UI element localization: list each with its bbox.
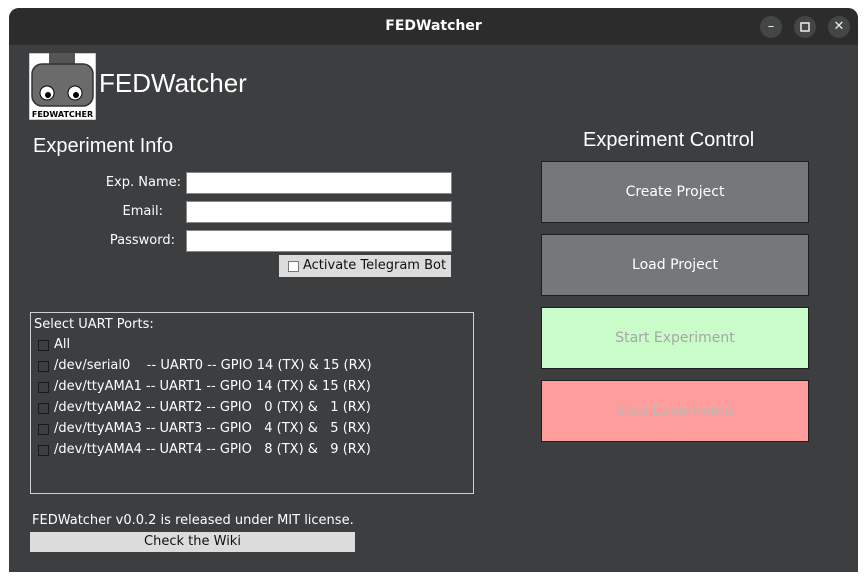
stop-experiment-button[interactable]: Stop Experiment (541, 380, 809, 442)
checkbox-icon[interactable] (38, 340, 49, 351)
checkbox-icon[interactable] (38, 445, 49, 456)
checkbox-icon[interactable] (38, 403, 49, 414)
maximize-icon[interactable] (794, 16, 816, 38)
uart-group-title: Select UART Ports: (34, 317, 154, 332)
checkbox-icon[interactable] (288, 261, 299, 272)
experiment-control-title: Experiment Control (583, 129, 755, 151)
uart-port-ttyama3[interactable]: /dev/ttyAMA3 -- UART3 -- GPIO 4 (TX) & 5… (38, 420, 371, 438)
email-input[interactable] (186, 201, 452, 223)
uart-port-label: /dev/ttyAMA3 -- UART3 -- GPIO 4 (TX) & 5… (54, 421, 371, 436)
password-label: Password: (109, 233, 175, 248)
app-title: FEDWatcher (99, 68, 247, 98)
checkbox-icon[interactable] (38, 382, 49, 393)
close-icon[interactable]: ✕ (828, 16, 850, 38)
uart-port-serial0[interactable]: /dev/serial0 -- UART0 -- GPIO 14 (TX) & … (38, 357, 372, 375)
telegram-bot-checkbox[interactable]: Activate Telegram Bot (279, 255, 451, 277)
experiment-info-title: Experiment Info (33, 135, 174, 157)
email-label: Email: (122, 204, 163, 219)
uart-port-label: /dev/serial0 -- UART0 -- GPIO 14 (TX) & … (54, 358, 372, 373)
create-project-button[interactable]: Create Project (541, 161, 809, 223)
check-wiki-button[interactable]: Check the Wiki (30, 532, 355, 552)
telegram-bot-label: Activate Telegram Bot (303, 258, 447, 273)
password-input[interactable] (186, 230, 452, 252)
exp-name-label: Exp. Name: (105, 175, 181, 190)
minimize-icon[interactable]: – (760, 16, 782, 38)
uart-port-label: /dev/ttyAMA1 -- UART1 -- GPIO 14 (TX) & … (54, 379, 371, 394)
uart-port-group: Select UART Ports: All /dev/serial0 -- U… (30, 312, 474, 494)
uart-port-label: All (54, 337, 71, 352)
checkbox-icon[interactable] (38, 361, 49, 372)
uart-port-label: /dev/ttyAMA2 -- UART2 -- GPIO 0 (TX) & 1… (54, 400, 371, 415)
uart-port-all[interactable]: All (38, 336, 70, 354)
license-text: FEDWatcher v0.0.2 is released under MIT … (32, 513, 354, 528)
window-title: FEDWatcher (385, 18, 482, 34)
checkbox-icon[interactable] (38, 424, 49, 435)
uart-port-ttyama4[interactable]: /dev/ttyAMA4 -- UART4 -- GPIO 8 (TX) & 9… (38, 441, 371, 459)
start-experiment-button[interactable]: Start Experiment (541, 307, 809, 369)
exp-name-input[interactable] (186, 172, 452, 194)
logo-text: FEDWATCHER (31, 110, 94, 119)
uart-port-label: /dev/ttyAMA4 -- UART4 -- GPIO 8 (TX) & 9… (54, 442, 371, 457)
app-window: FEDWatcher – ✕ FEDWATCHER FEDWatcher Exp… (9, 8, 858, 572)
title-bar[interactable]: FEDWatcher – ✕ (9, 8, 858, 45)
load-project-button[interactable]: Load Project (541, 234, 809, 296)
fedwatcher-logo: FEDWATCHER (28, 52, 97, 121)
uart-port-ttyama2[interactable]: /dev/ttyAMA2 -- UART2 -- GPIO 0 (TX) & 1… (38, 399, 371, 417)
uart-port-ttyama1[interactable]: /dev/ttyAMA1 -- UART1 -- GPIO 14 (TX) & … (38, 378, 371, 396)
